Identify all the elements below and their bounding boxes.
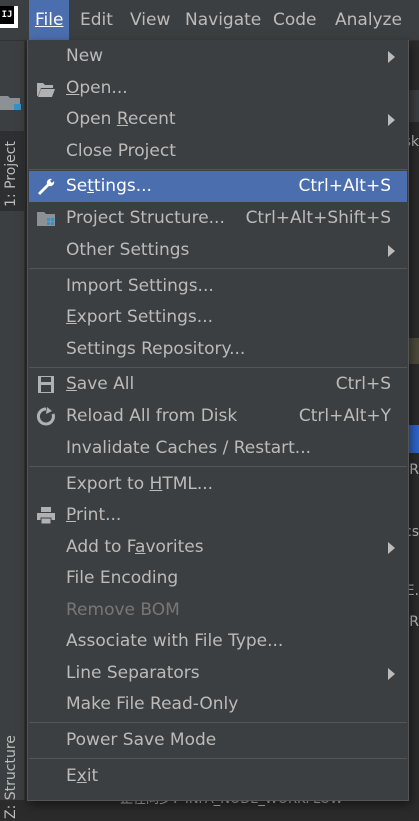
submenu-arrow-icon <box>388 245 395 257</box>
menu-item-open-recent-label: Open Recent <box>66 109 176 129</box>
submenu-arrow-icon <box>388 51 395 63</box>
menu-analyze[interactable]: Analyze <box>329 0 408 40</box>
menu-item-new-label: New <box>66 46 104 66</box>
menu-item-print-label: Print... <box>66 505 122 525</box>
menu-item-open-recent[interactable]: Open Recent <box>29 104 407 135</box>
menu-item-reload-all-label: Reload All from Disk <box>66 406 238 426</box>
submenu-arrow-icon <box>388 542 395 554</box>
menu-item-add-favorites-label: Add to Favorites <box>66 537 204 557</box>
shortcut-label: Ctrl+S <box>335 374 391 394</box>
menu-item-associate-file-type[interactable]: Associate with File Type... <box>29 626 407 657</box>
menu-item-invalidate-caches[interactable]: Invalidate Caches / Restart... <box>29 433 407 464</box>
menu-item-settings[interactable]: Settings... Ctrl+Alt+S <box>29 171 407 202</box>
project-folder-icon[interactable] <box>0 93 22 111</box>
menu-item-remove-bom-label: Remove BOM <box>66 600 180 620</box>
menu-item-power-save-label: Power Save Mode <box>66 730 217 750</box>
menu-item-settings-repository[interactable]: Settings Repository... <box>29 334 407 365</box>
left-tool-stripe: 1: Project Z: Structure <box>0 41 25 819</box>
menu-separator <box>29 169 407 170</box>
menu-view[interactable]: View <box>124 0 176 40</box>
menu-item-export-html-label: Export to HTML... <box>66 474 214 494</box>
save-icon <box>38 376 54 393</box>
menu-item-exit[interactable]: Exit <box>29 761 407 792</box>
menu-file[interactable]: File <box>29 0 70 40</box>
menu-view-label: View <box>130 10 171 30</box>
tab-project-label: 1: Project <box>3 141 19 207</box>
menu-separator <box>29 722 407 723</box>
menu-item-power-save[interactable]: Power Save Mode <box>29 725 407 756</box>
menu-separator <box>29 466 407 467</box>
menu-item-other-settings-label: Other Settings <box>66 240 190 260</box>
tab-structure-label: Z: Structure <box>3 735 19 819</box>
menu-separator <box>29 268 407 269</box>
menu-analyze-label: Analyze <box>335 10 402 30</box>
menu-item-other-settings[interactable]: Other Settings <box>29 235 407 266</box>
menu-separator <box>29 367 407 368</box>
submenu-arrow-icon <box>388 114 395 126</box>
shortcut-label: Ctrl+Alt+Shift+S <box>245 208 391 228</box>
menu-code-label: Code <box>273 10 317 30</box>
menu-item-line-separators[interactable]: Line Separators <box>29 658 407 689</box>
menu-item-import-settings[interactable]: Import Settings... <box>29 271 407 302</box>
menu-bar: IJ File Edit View Navigate Code Analyze <box>0 0 419 41</box>
menu-edit[interactable]: Edit <box>74 0 119 40</box>
menu-navigate[interactable]: Navigate <box>179 0 267 40</box>
menu-item-project-structure-label: Project Structure... <box>66 208 225 228</box>
menu-item-exit-label: Exit <box>66 766 99 786</box>
tab-structure[interactable]: Z: Structure <box>0 731 24 821</box>
menu-item-save-all[interactable]: Save All Ctrl+S <box>29 369 407 400</box>
menu-item-associate-file-type-label: Associate with File Type... <box>66 631 284 651</box>
wrench-icon <box>38 178 55 195</box>
menu-item-settings-repository-label: Settings Repository... <box>66 339 246 359</box>
logo-text: IJ <box>0 6 14 24</box>
bg-text-r2: R <box>409 614 419 630</box>
reload-icon <box>36 407 55 426</box>
menu-item-export-settings[interactable]: Export Settings... <box>29 302 407 333</box>
menu-code[interactable]: Code <box>267 0 323 40</box>
menu-item-file-encoding-label: File Encoding <box>66 568 179 588</box>
menu-item-reload-all[interactable]: Reload All from Disk Ctrl+Alt+Y <box>29 401 407 432</box>
menu-item-new[interactable]: New <box>29 41 407 72</box>
menu-item-export-html[interactable]: Export to HTML... <box>29 469 407 500</box>
menu-item-close-project[interactable]: Close Project <box>29 136 407 167</box>
menu-item-line-separators-label: Line Separators <box>66 663 200 683</box>
printer-icon <box>37 507 55 525</box>
menu-item-close-project-label: Close Project <box>66 141 176 161</box>
menu-navigate-label: Navigate <box>185 10 262 30</box>
menu-separator <box>29 758 407 759</box>
menu-item-make-read-only[interactable]: Make File Read-Only <box>29 689 407 720</box>
menu-item-settings-label: Settings... <box>66 176 152 196</box>
menu-item-invalidate-caches-label: Invalidate Caches / Restart... <box>66 438 312 458</box>
menu-item-print[interactable]: Print... <box>29 500 407 531</box>
menu-item-open-label: Open... <box>66 78 128 98</box>
menu-edit-label: Edit <box>80 10 113 30</box>
bg-text-r1: R <box>409 462 419 478</box>
menu-item-import-settings-label: Import Settings... <box>66 276 214 296</box>
menu-file-label: File <box>35 10 64 30</box>
menu-item-file-encoding[interactable]: File Encoding <box>29 563 407 594</box>
menu-item-remove-bom: Remove BOM <box>29 595 407 626</box>
submenu-arrow-icon <box>388 668 395 680</box>
folder-open-icon <box>37 83 55 97</box>
menu-item-export-settings-label: Export Settings... <box>66 307 213 327</box>
intellij-logo-icon: IJ <box>0 6 18 28</box>
project-structure-icon <box>37 212 55 226</box>
menu-item-add-favorites[interactable]: Add to Favorites <box>29 532 407 563</box>
menu-item-open[interactable]: Open... <box>29 73 407 104</box>
menu-item-project-structure[interactable]: Project Structure... Ctrl+Alt+Shift+S <box>29 203 407 234</box>
menu-item-save-all-label: Save All <box>66 374 135 394</box>
shortcut-label: Ctrl+Alt+S <box>298 176 391 196</box>
menu-item-make-read-only-label: Make File Read-Only <box>66 694 239 714</box>
shortcut-label: Ctrl+Alt+Y <box>298 406 391 426</box>
file-menu-popup: New Open... Open Recent Close Project Se… <box>27 40 409 801</box>
tab-project[interactable]: 1: Project <box>0 131 24 211</box>
